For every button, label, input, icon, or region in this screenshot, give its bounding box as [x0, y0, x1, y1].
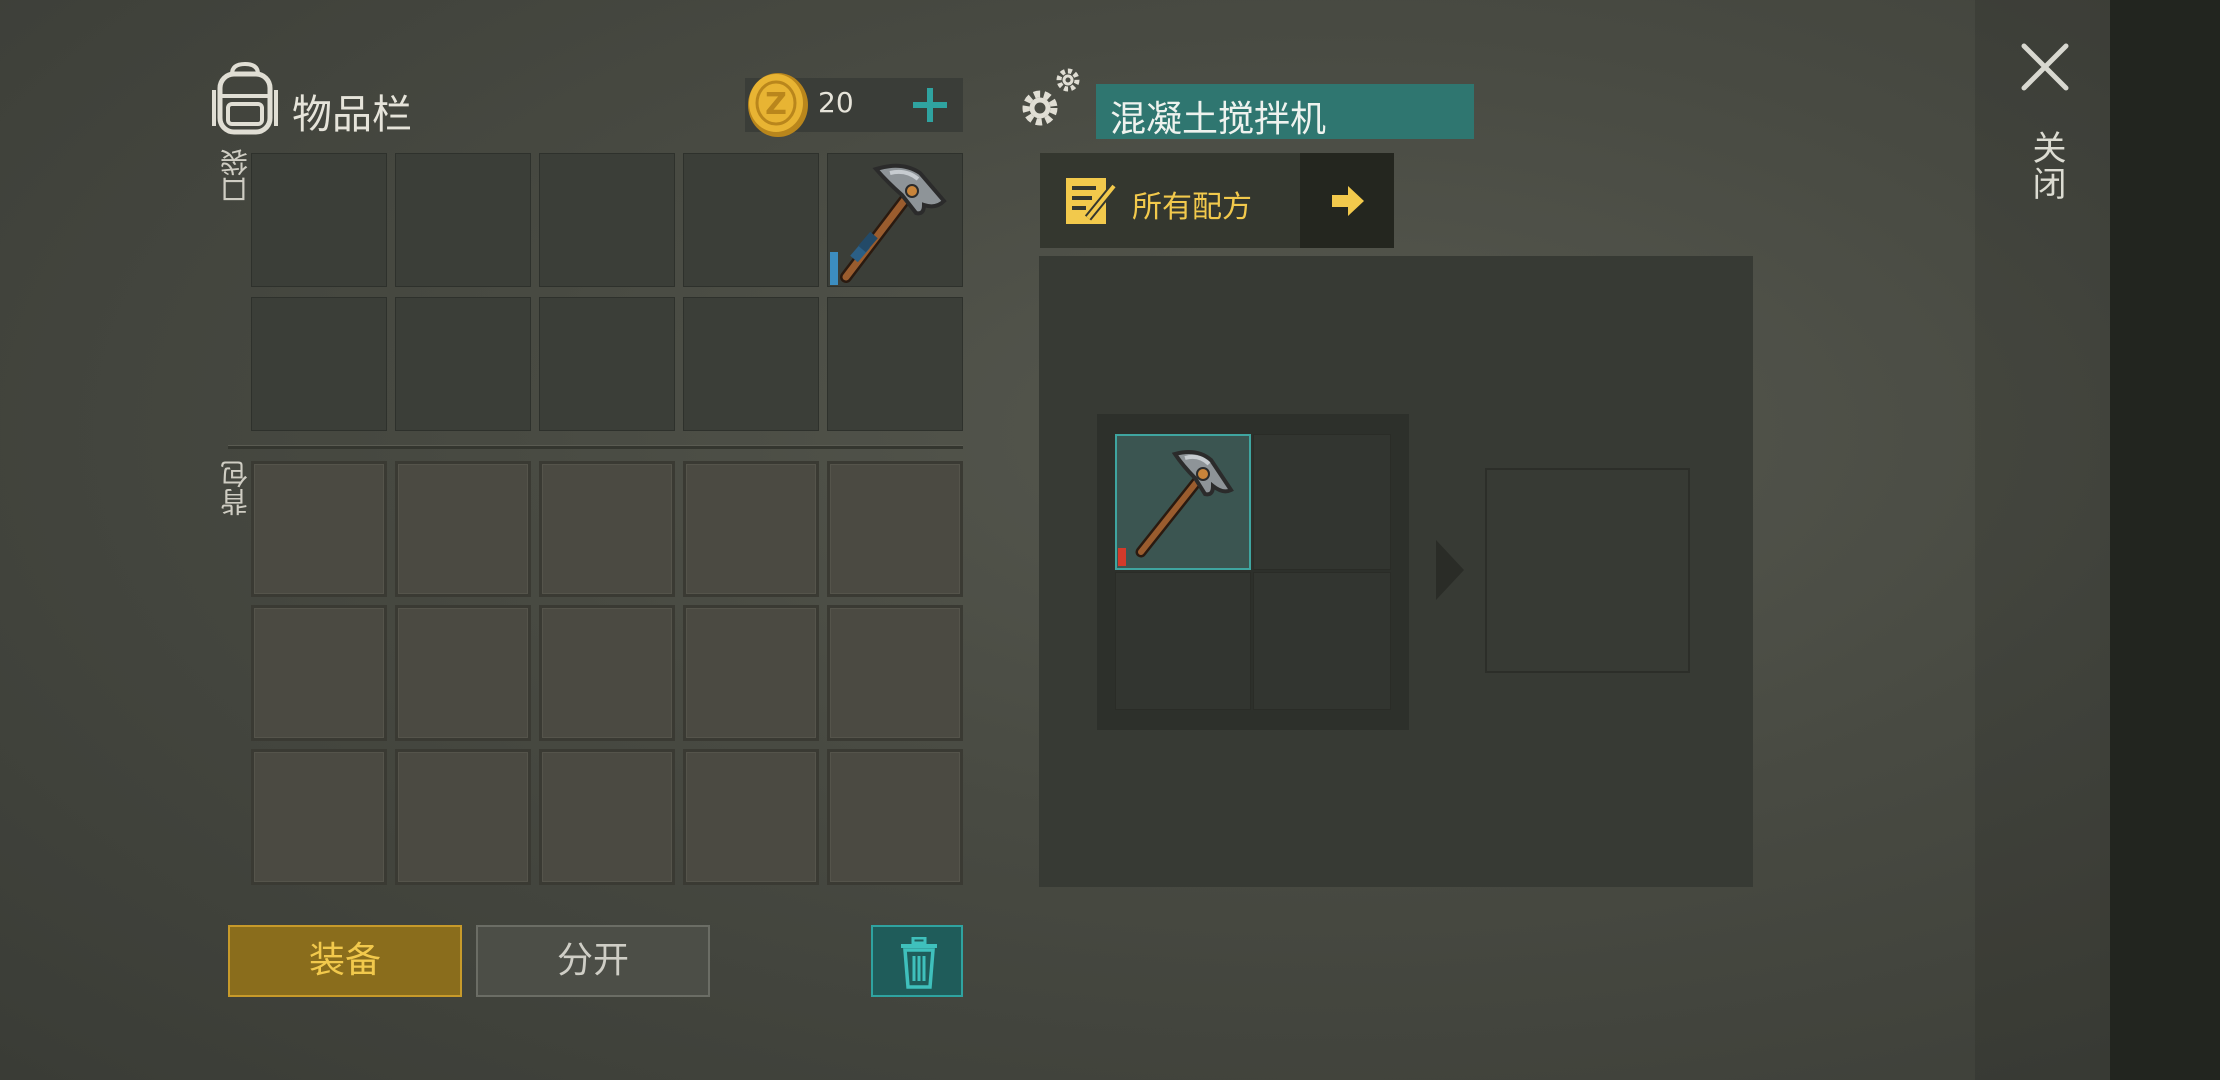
backpack-icon: [212, 61, 278, 135]
section-divider: [228, 445, 963, 449]
backpack-slot[interactable]: [395, 461, 531, 597]
backpack-slot[interactable]: [395, 605, 531, 741]
pocket-slot[interactable]: [539, 297, 675, 431]
pocket-slot[interactable]: [395, 297, 531, 431]
recipes-label: 所有配方: [1132, 190, 1252, 225]
backpack-label: 背包: [219, 460, 252, 516]
add-coins-button[interactable]: [905, 80, 955, 130]
backpack-slot[interactable]: [683, 749, 819, 885]
recipes-next-button[interactable]: [1300, 153, 1394, 248]
close-button[interactable]: 关闭: [2010, 40, 2080, 220]
backpack-slot[interactable]: [395, 749, 531, 885]
input-slot[interactable]: [1253, 572, 1391, 710]
svg-text:Z: Z: [765, 87, 787, 122]
backpack-slot[interactable]: [683, 605, 819, 741]
pocket-label: 口袋: [219, 148, 252, 204]
output-slot[interactable]: [1485, 468, 1690, 673]
pocket-slot[interactable]: [395, 153, 531, 287]
pocket-slot[interactable]: [683, 153, 819, 287]
pickaxe-icon: [1135, 450, 1234, 558]
pocket-slot[interactable]: [251, 297, 387, 431]
coin-value: 20: [818, 86, 854, 119]
close-icon: [2021, 43, 2069, 91]
arrow-right-icon: [1332, 186, 1364, 216]
backpack-slot[interactable]: [539, 461, 675, 597]
backpack-slot[interactable]: [827, 461, 963, 597]
pocket-slot[interactable]: [827, 297, 963, 431]
durability-bar: [830, 252, 838, 285]
pickaxe-icon: [840, 163, 947, 283]
recipe-icon: [1066, 178, 1118, 224]
backpack-slot[interactable]: [827, 749, 963, 885]
close-label: 关闭: [2026, 130, 2066, 202]
backpack-slot[interactable]: [539, 749, 675, 885]
backpack-slot[interactable]: [827, 605, 963, 741]
input-slot[interactable]: [1253, 434, 1391, 570]
equip-button[interactable]: 装备: [228, 925, 462, 997]
delete-button[interactable]: [871, 925, 963, 997]
backpack-slot[interactable]: [539, 605, 675, 741]
input-slot[interactable]: [1115, 572, 1251, 710]
coin-icon: Z: [748, 73, 808, 137]
screen-edge: [2110, 0, 2220, 1080]
gears-icon: [1022, 68, 1080, 126]
backpack-slot[interactable]: [251, 461, 387, 597]
backpack-slot[interactable]: [251, 749, 387, 885]
split-button[interactable]: 分开: [476, 925, 710, 997]
backpack-slot[interactable]: [683, 461, 819, 597]
station-title: 混凝土搅拌机: [1110, 99, 1327, 140]
inventory-title: 物品栏: [292, 92, 412, 138]
pocket-slot[interactable]: [251, 153, 387, 287]
pocket-slot[interactable]: [539, 153, 675, 287]
craft-arrow-icon: [1436, 540, 1464, 600]
pocket-slot[interactable]: [683, 297, 819, 431]
durability-bar: [1118, 548, 1126, 566]
backpack-slot[interactable]: [251, 605, 387, 741]
trash-icon: [901, 937, 937, 989]
